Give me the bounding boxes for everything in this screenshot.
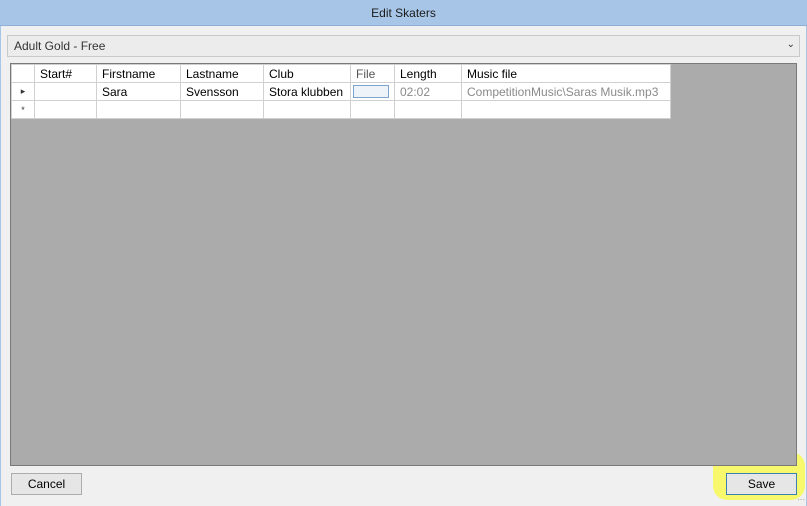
skaters-grid[interactable]: Start# Firstname Lastname Club File Leng… [10,63,797,466]
cell-lastname[interactable]: Svensson [180,82,264,101]
header-row: Start# Firstname Lastname Club File Leng… [11,64,671,83]
title-bar: Edit Skaters [0,0,807,26]
column-header-music-file[interactable]: Music file [461,64,671,83]
cell-firstname[interactable]: Sara [96,82,181,101]
cell-club[interactable]: Stora klubben [263,82,351,101]
chevron-down-icon[interactable]: ⌄ [787,39,795,50]
column-header-firstname[interactable]: Firstname [96,64,181,83]
new-cell-music-file[interactable] [461,100,671,119]
column-header-start[interactable]: Start# [34,64,97,83]
column-header-club[interactable]: Club [263,64,351,83]
category-select[interactable]: Adult Gold - Free ⌄ [7,35,800,57]
new-row[interactable]: * [11,100,671,119]
cell-music-file[interactable]: CompetitionMusic\Saras Musik.mp3 [461,82,671,101]
cell-file[interactable] [350,82,395,101]
save-button[interactable]: Save [726,473,797,495]
table-row[interactable]: ▸ Sara Svensson Stora klubben 02:02 Comp… [11,82,671,101]
category-select-value: Adult Gold - Free [14,39,106,53]
new-cell-lastname[interactable] [180,100,264,119]
new-cell-club[interactable] [263,100,351,119]
column-header-file[interactable]: File [350,64,395,83]
cell-start[interactable] [34,82,97,101]
new-row-marker-icon[interactable]: * [11,100,35,119]
window-title: Edit Skaters [371,6,436,20]
cell-length[interactable]: 02:02 [394,82,462,101]
skaters-table: Start# Firstname Lastname Club File Leng… [11,64,671,119]
column-header-length[interactable]: Length [394,64,462,83]
current-row-marker-icon[interactable]: ▸ [11,82,35,101]
new-cell-length[interactable] [394,100,462,119]
resize-grip-icon[interactable]: ⋯ [797,495,805,504]
row-header-corner[interactable] [11,64,35,83]
new-cell-start[interactable] [34,100,97,119]
cancel-button[interactable]: Cancel [11,473,82,495]
column-header-lastname[interactable]: Lastname [180,64,264,83]
file-browse-button[interactable] [353,85,389,98]
new-cell-firstname[interactable] [96,100,181,119]
new-cell-file[interactable] [350,100,395,119]
